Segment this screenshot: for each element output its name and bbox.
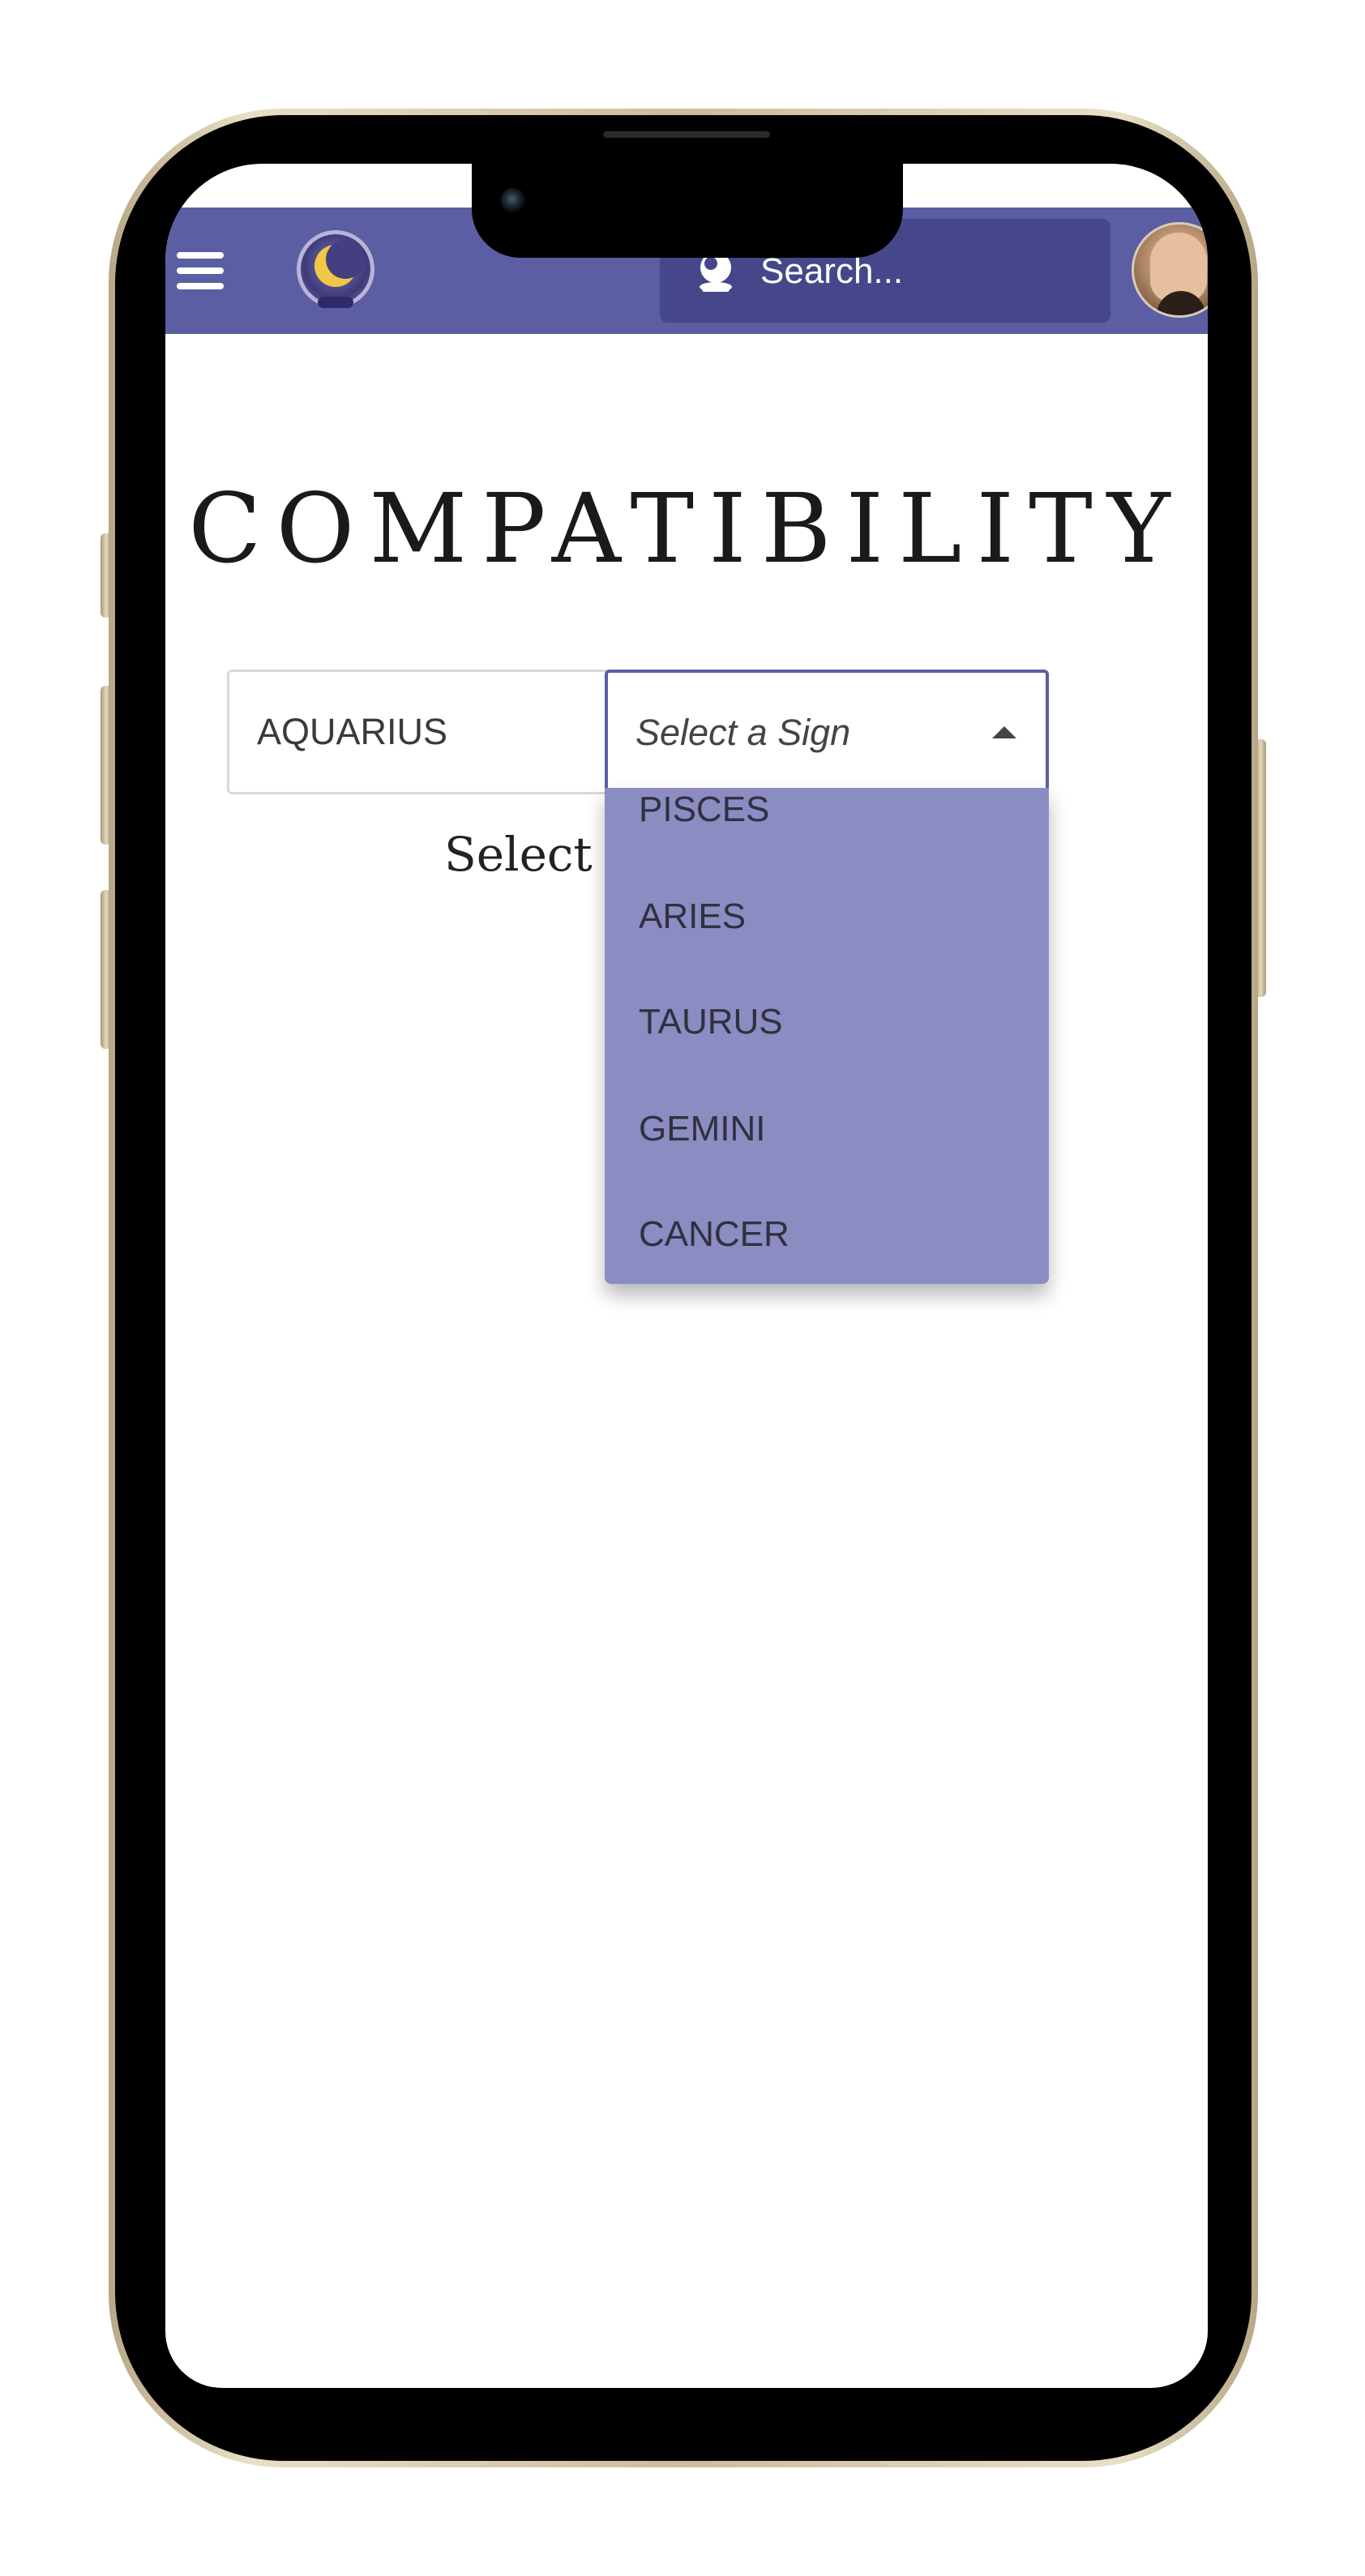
sign-dropdown-menu: PISCES ARIES TAURUS GEMINI CANCER [605,788,1049,1284]
earpiece-speaker [603,131,770,138]
first-sign-value: AQUARIUS [257,711,448,752]
crystal-ball-logo-icon[interactable] [297,230,374,308]
dropdown-option-aries[interactable]: ARIES [639,895,746,939]
caret-up-icon [992,726,1016,738]
dropdown-option-taurus[interactable]: TAURUS [639,1000,783,1044]
second-sign-placeholder: Select a Sign [635,712,851,753]
front-camera [501,188,525,212]
dropdown-option-pisces[interactable]: PISCES [639,788,769,832]
app-screen: Search... COMPATIBILITY AQUARIUS Select … [165,164,1208,2388]
dropdown-option-gemini[interactable]: GEMINI [639,1107,765,1151]
menu-icon[interactable] [177,252,224,289]
second-sign-select[interactable]: Select a Sign [605,670,1049,794]
phone-notch [472,164,903,258]
dropdown-option-cancer[interactable]: CANCER [639,1213,789,1256]
page-title: COMPATIBILITY [188,473,1185,584]
user-avatar[interactable] [1132,222,1208,318]
